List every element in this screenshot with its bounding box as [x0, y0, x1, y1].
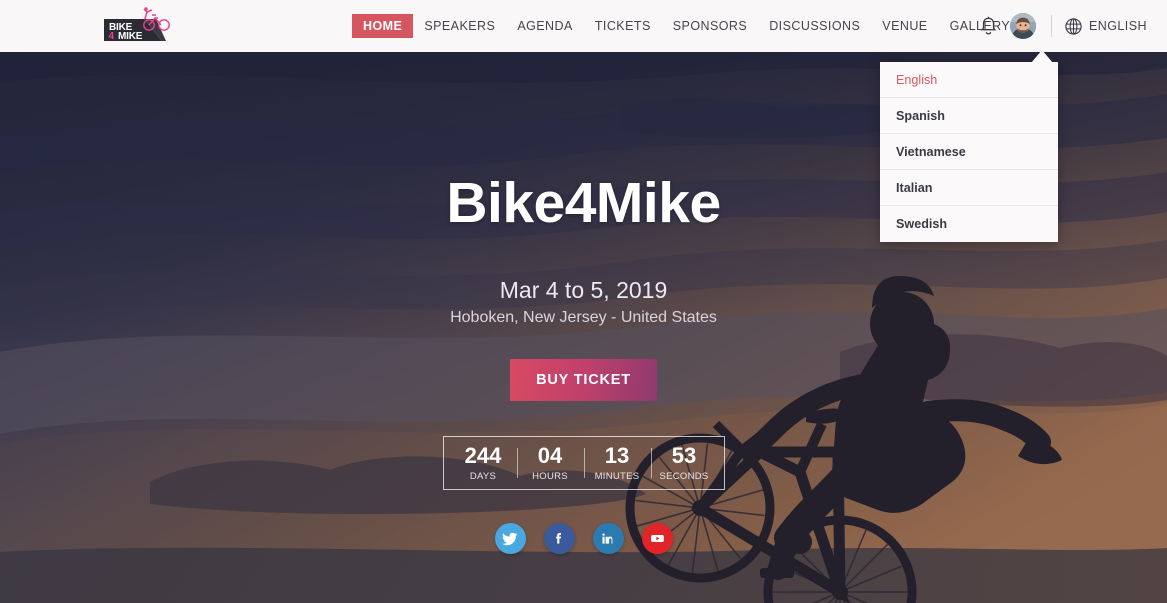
notification-bell-icon[interactable] [974, 11, 1004, 41]
site-header: BIKE MIKE 4 HOME SPEAKERS AGENDA TICKETS… [0, 0, 1167, 52]
buy-ticket-button[interactable]: BUY TICKET [510, 359, 657, 401]
countdown-hours-label: HOURS [532, 471, 568, 483]
event-date: Mar 4 to 5, 2019 [499, 277, 668, 303]
countdown-seconds-label: SECONDS [659, 471, 709, 483]
countdown-timer: 244 DAYS 04 HOURS 13 MINUTES 53 SECONDS [442, 436, 725, 491]
nav-item-speakers[interactable]: SPEAKERS [413, 0, 506, 52]
twitter-icon[interactable] [494, 523, 526, 555]
nav-item-home[interactable]: HOME [352, 14, 414, 38]
svg-text:4: 4 [109, 31, 115, 42]
language-option-italian[interactable]: Italian [880, 170, 1058, 206]
language-dropdown: English Spanish Vietnamese Italian Swedi… [880, 62, 1058, 242]
logo-graphic: BIKE MIKE 4 [104, 7, 170, 42]
language-option-swedish[interactable]: Swedish [880, 206, 1058, 242]
globe-icon [1065, 17, 1082, 35]
countdown-days: 244 DAYS [450, 443, 517, 483]
twitter-glyph [502, 532, 518, 545]
countdown-days-value: 244 [464, 443, 502, 468]
user-avatar[interactable] [1009, 13, 1036, 39]
nav-item-discussions[interactable]: DISCUSSIONS [758, 0, 871, 52]
countdown-minutes-value: 13 [604, 443, 630, 468]
linkedin-glyph [602, 533, 614, 544]
bell-glyph [980, 16, 998, 35]
event-location: Hoboken, New Jersey - United States [450, 309, 717, 326]
language-option-spanish[interactable]: Spanish [880, 98, 1058, 134]
countdown-hours: 04 HOURS [516, 443, 584, 483]
countdown-seconds-value: 53 [671, 443, 697, 468]
nav-item-venue[interactable]: VENUE [871, 0, 938, 52]
youtube-icon[interactable] [641, 523, 673, 555]
countdown-minutes: 13 MINUTES [583, 443, 651, 483]
language-option-vietnamese[interactable]: Vietnamese [880, 134, 1058, 170]
language-dropdown-arrow [1031, 50, 1053, 63]
language-option-english[interactable]: English [880, 62, 1058, 98]
language-label: ENGLISH [1088, 19, 1147, 33]
svg-text:MIKE: MIKE [118, 31, 143, 42]
page-title: Bike4Mike [446, 171, 721, 235]
header-actions: ENGLISH [974, 0, 1167, 52]
social-links [494, 523, 673, 555]
facebook-icon[interactable] [543, 523, 575, 555]
header-divider [1050, 15, 1052, 37]
linkedin-icon[interactable] [592, 523, 624, 555]
avatar-photo [1009, 13, 1036, 39]
countdown-minutes-label: MINUTES [594, 471, 640, 483]
nav-item-tickets[interactable]: TICKETS [584, 0, 662, 52]
countdown-hours-value: 04 [537, 443, 563, 468]
countdown-seconds: 53 SECONDS [650, 443, 718, 483]
nav-item-agenda[interactable]: AGENDA [506, 0, 584, 52]
main-nav: HOME SPEAKERS AGENDA TICKETS SPONSORS DI… [352, 0, 1021, 52]
facebook-glyph [556, 532, 562, 544]
bike4mike-logo[interactable]: BIKE MIKE 4 [104, 7, 178, 45]
youtube-glyph [650, 535, 664, 543]
nav-item-sponsors[interactable]: SPONSORS [662, 0, 758, 52]
language-selector[interactable]: ENGLISH [1065, 17, 1167, 35]
countdown-days-label: DAYS [469, 471, 497, 483]
